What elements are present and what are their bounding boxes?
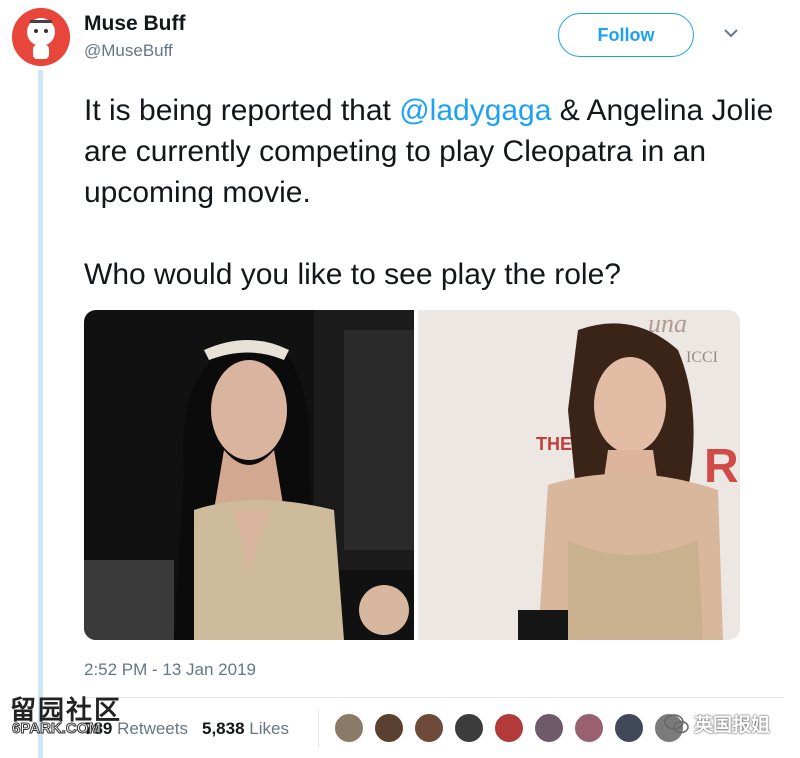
- watermark-6park: 留园社区 6PARK.COM: [10, 690, 122, 738]
- watermark-wechat-text: 英国报姐: [694, 715, 771, 736]
- likes-count: 5,838: [201, 719, 245, 738]
- tweet-text-intro: It is being reported that: [84, 94, 400, 127]
- author-handle[interactable]: @MuseBuff: [84, 41, 173, 61]
- follow-button[interactable]: Follow: [558, 13, 694, 57]
- photo-angelina-jolie-image: una ICCI THE RI: [418, 310, 740, 640]
- liker-avatar[interactable]: [494, 713, 524, 743]
- stats-separator: [318, 710, 319, 748]
- photo-angelina-jolie[interactable]: una ICCI THE RI: [418, 310, 740, 640]
- stats-divider: [84, 697, 784, 698]
- tweet-media: una ICCI THE RI: [84, 310, 740, 640]
- liker-avatar[interactable]: [534, 713, 564, 743]
- tweet-text: It is being reported that @ladygaga & An…: [84, 90, 784, 295]
- liker-avatar[interactable]: [374, 713, 404, 743]
- watermark-6park-sub: 6PARK.COM: [12, 720, 102, 738]
- chevron-down-icon[interactable]: [722, 26, 740, 40]
- stick-figure-avatar-icon: [12, 8, 70, 66]
- author-display-name[interactable]: Muse Buff: [84, 12, 186, 36]
- liker-avatar[interactable]: [414, 713, 444, 743]
- tweet-timestamp[interactable]: 2:52 PM - 13 Jan 2019: [84, 660, 256, 680]
- backdrop-text-2: ICCI: [686, 349, 718, 366]
- tweet-question: Who would you like to see play the role?: [84, 258, 621, 291]
- photo-lady-gaga-image: [84, 310, 414, 640]
- wechat-icon: [664, 713, 689, 733]
- likes-label: Likes: [249, 719, 289, 738]
- tweet-body: It is being reported that @ladygaga & An…: [84, 90, 784, 213]
- mention-link[interactable]: @ladygaga: [399, 94, 551, 127]
- watermark-wechat: 英国报姐: [664, 710, 770, 737]
- retweets-label: Retweets: [117, 719, 188, 738]
- likes-stat[interactable]: 5,838 Likes: [202, 719, 289, 738]
- liker-avatars: [334, 713, 694, 743]
- liker-avatar[interactable]: [334, 713, 364, 743]
- liker-avatar[interactable]: [614, 713, 644, 743]
- author-avatar[interactable]: [12, 8, 70, 66]
- thread-line: [38, 70, 43, 758]
- photo-lady-gaga[interactable]: [84, 310, 414, 640]
- backdrop-text-4: RI: [704, 440, 740, 493]
- liker-avatar[interactable]: [454, 713, 484, 743]
- liker-avatar[interactable]: [574, 713, 604, 743]
- backdrop-text-3: THE: [536, 434, 572, 454]
